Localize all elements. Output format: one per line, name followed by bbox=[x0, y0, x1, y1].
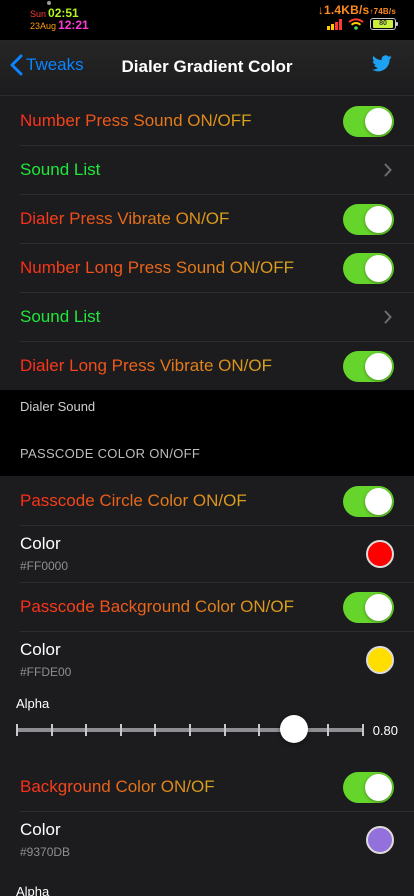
status-time-secondary: 12:21 bbox=[58, 18, 89, 32]
passcode-background-color-toggle[interactable] bbox=[343, 591, 394, 623]
passcode-circle-color-label: Passcode Circle Color ON/OF bbox=[20, 490, 247, 510]
passcode-circle-color-toggle[interactable] bbox=[343, 485, 394, 517]
dialer-sound-footer: Dialer Sound bbox=[0, 390, 414, 426]
alpha-label: Alpha bbox=[16, 884, 50, 896]
dialer-long-press-vibrate-label: Dialer Long Press Vibrate ON/OF bbox=[20, 355, 272, 375]
background-settings-group: Background Color ON/OF Color #9370DB bbox=[0, 762, 414, 868]
number-press-sound-label: Number Press Sound ON/OFF bbox=[20, 110, 252, 130]
slider-tick bbox=[85, 724, 88, 736]
chevron-right-icon bbox=[384, 163, 392, 176]
slider-tick bbox=[154, 724, 157, 736]
passcode-background-color-row: Passcode Background Color ON/OF bbox=[0, 582, 414, 631]
background-color-label: Background Color ON/OF bbox=[20, 776, 215, 796]
sound-list-label: Sound List bbox=[20, 159, 101, 179]
wifi-icon bbox=[348, 18, 364, 30]
passcode-background-color-picker-row[interactable]: Color #FFDE00 bbox=[0, 631, 414, 688]
passcode-circle-color-picker-row[interactable]: Color #FF0000 bbox=[0, 525, 414, 582]
passcode-background-color-label: Passcode Background Color ON/OF bbox=[20, 596, 295, 616]
alpha-value: 0.80 bbox=[372, 723, 398, 738]
network-speed-down: ↓1.4KB/s bbox=[317, 3, 370, 17]
passcode-circle-color-row: Passcode Circle Color ON/OF bbox=[0, 476, 414, 525]
status-date: 23Aug bbox=[30, 21, 57, 31]
number-long-press-sound-label: Number Long Press Sound ON/OFF bbox=[20, 257, 295, 277]
number-press-sound-toggle[interactable] bbox=[343, 105, 394, 137]
network-speed-up: ↑74B/s bbox=[369, 7, 396, 16]
slider-tick bbox=[119, 724, 122, 736]
navigation-bar: Tweaks Dialer Gradient Color bbox=[0, 40, 414, 96]
number-long-press-sound-row: Number Long Press Sound ON/OFF bbox=[0, 243, 414, 292]
long-press-sound-list-row[interactable]: Sound List bbox=[0, 292, 414, 341]
status-bar: Sun 02:51 23Aug 12:21 ↓1.4KB/s↑74B/s 80 bbox=[0, 0, 414, 40]
alpha-slider-row: Alpha 0.80 bbox=[0, 688, 414, 762]
status-day: Sun bbox=[30, 9, 47, 19]
color-hex-value: #FFDE00 bbox=[20, 665, 72, 679]
dialer-settings-group: Number Press Sound ON/OFF Sound List Dia… bbox=[0, 96, 414, 390]
dialer-press-vibrate-row: Dialer Press Vibrate ON/OF bbox=[0, 194, 414, 243]
color-label: Color bbox=[20, 820, 61, 839]
passcode-settings-group: Passcode Circle Color ON/OF Color #FF000… bbox=[0, 476, 414, 688]
slider-tick bbox=[50, 724, 53, 736]
color-hex-value: #FF0000 bbox=[20, 559, 69, 573]
color-hex-value: #9370DB bbox=[20, 845, 71, 859]
dialer-long-press-vibrate-toggle[interactable] bbox=[343, 350, 394, 382]
dialer-long-press-vibrate-row: Dialer Long Press Vibrate ON/OF bbox=[0, 341, 414, 390]
slider-tick bbox=[258, 724, 261, 736]
slider-tick bbox=[327, 724, 330, 736]
sound-list-row[interactable]: Sound List bbox=[0, 145, 414, 194]
color-swatch[interactable] bbox=[366, 539, 394, 568]
slider-tick bbox=[16, 724, 18, 736]
slider-tick bbox=[362, 724, 364, 736]
color-swatch[interactable] bbox=[366, 645, 394, 674]
alpha-slider-thumb[interactable] bbox=[280, 715, 309, 743]
page-title: Dialer Gradient Color bbox=[121, 57, 293, 76]
background-color-picker-row[interactable]: Color #9370DB bbox=[0, 811, 414, 868]
slider-tick bbox=[189, 724, 191, 736]
twitter-bird-icon bbox=[372, 55, 392, 72]
alpha-slider-row-2: Alpha bbox=[0, 868, 414, 896]
alpha-slider[interactable] bbox=[16, 715, 364, 743]
sound-list-label: Sound List bbox=[20, 306, 101, 326]
chevron-right-icon bbox=[384, 310, 392, 323]
color-label: Color bbox=[20, 534, 61, 553]
status-datetime: Sun 02:51 23Aug 12:21 bbox=[30, 7, 89, 32]
background-color-row: Background Color ON/OF bbox=[0, 762, 414, 811]
battery-level: 80 bbox=[373, 20, 393, 28]
passcode-section-header: PASSCODE COLOR ON/OFF bbox=[0, 426, 414, 476]
dialer-press-vibrate-toggle[interactable] bbox=[343, 203, 394, 235]
battery-icon: 80 bbox=[370, 18, 398, 30]
status-indicators: ↓1.4KB/s↑74B/s 80 bbox=[318, 3, 398, 30]
network-speed: ↓1.4KB/s↑74B/s bbox=[318, 3, 396, 17]
cellular-signal-icon bbox=[327, 18, 342, 30]
twitter-button[interactable] bbox=[372, 55, 392, 77]
dialer-press-vibrate-label: Dialer Press Vibrate ON/OF bbox=[20, 208, 230, 228]
alpha-label: Alpha bbox=[16, 696, 50, 711]
color-swatch[interactable] bbox=[366, 825, 394, 854]
number-press-sound-row: Number Press Sound ON/OFF bbox=[0, 96, 414, 145]
slider-tick bbox=[223, 724, 226, 736]
background-color-toggle[interactable] bbox=[343, 771, 394, 803]
number-long-press-sound-toggle[interactable] bbox=[343, 252, 394, 284]
color-label: Color bbox=[20, 640, 61, 659]
